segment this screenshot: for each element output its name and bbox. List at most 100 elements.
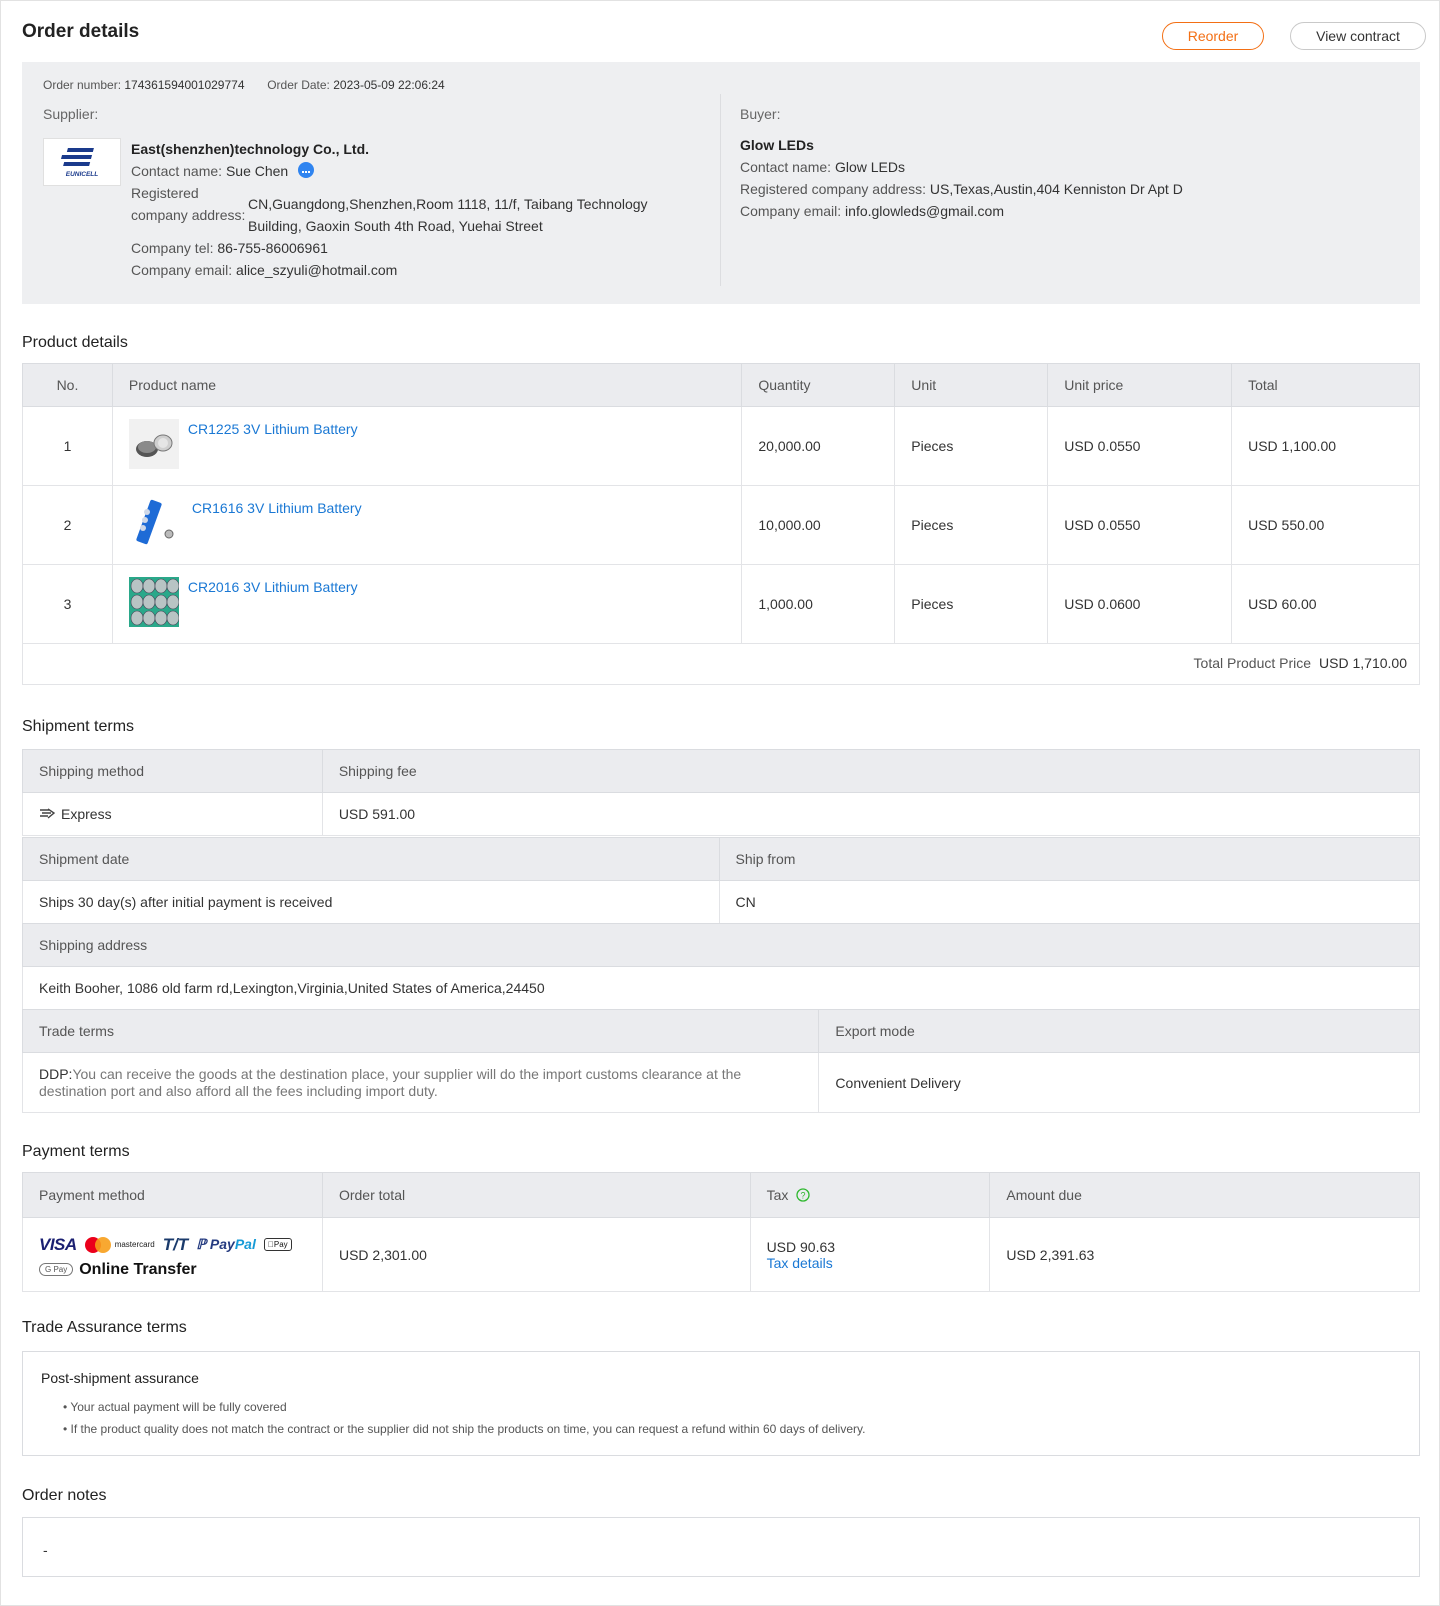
- payment-logos: VISA mastercard T/T ℙ PayPal Pay: [39, 1235, 322, 1255]
- shipment-date-table: Shipment date Ship from Ships 30 day(s) a…: [22, 837, 1420, 924]
- buyer-address: US,Texas,Austin,404 Kenniston Dr Apt D: [929, 181, 1183, 197]
- row-unit: Pieces: [894, 564, 1049, 644]
- row-quantity: 20,000.00: [741, 406, 896, 486]
- shipping-method-table: Shipping method Shipping fee Express USD …: [22, 749, 1421, 836]
- col-product-name: Product name: [111, 363, 743, 407]
- product-link[interactable]: CR2016 3V Lithium Battery: [188, 579, 358, 595]
- supplier-tel: 86-755-86006961: [217, 240, 328, 256]
- export-mode-label: Export mode: [818, 1009, 1420, 1053]
- product-table: No. Product name Quantity Unit Unit pric…: [22, 363, 1420, 644]
- shipping-method-label: Shipping method: [22, 749, 323, 793]
- payment-method-cell: VISA mastercard T/T ℙ PayPal Pay G Pay …: [22, 1217, 323, 1292]
- row-unit: Pieces: [894, 406, 1049, 486]
- chat-icon[interactable]: [298, 162, 315, 178]
- amount-due: USD 2,391.63: [989, 1217, 1420, 1292]
- row-no: 1: [22, 406, 113, 486]
- tt-icon: T/T: [162, 1234, 189, 1254]
- order-notes-box: -: [22, 1517, 1420, 1577]
- tax-header-label: Tax: [766, 1187, 789, 1203]
- product-link[interactable]: CR1616 3V Lithium Battery: [192, 500, 362, 516]
- payment-method-header: Payment method: [22, 1172, 323, 1218]
- row-total: USD 60.00: [1231, 564, 1420, 644]
- trade-assurance-title: Trade Assurance terms: [22, 1319, 187, 1336]
- trade-terms-cell: DDP:You can receive the goods at the des…: [21, 1052, 820, 1113]
- supplier-label: Supplier:: [43, 106, 99, 122]
- table-row: 2 CR1616 3V Lithium Battery 10,000.00 Pi…: [22, 485, 1420, 565]
- order-date-label: Order Date:: [267, 78, 330, 92]
- col-no: No.: [22, 363, 113, 407]
- apple-pay-icon: Pay: [263, 1238, 292, 1251]
- shipment-date: Ships 30 day(s) after initial payment is…: [22, 880, 720, 924]
- supplier-logo: EUNICELL: [43, 138, 121, 186]
- order-number-label: Order number:: [43, 78, 122, 92]
- product-details-title: Product details: [22, 334, 128, 351]
- buyer-label: Buyer:: [740, 106, 781, 122]
- amount-due-header: Amount due: [989, 1172, 1420, 1218]
- help-icon[interactable]: ?: [796, 1188, 810, 1202]
- order-info-panel: Order number: 174361594001029774 Order D…: [22, 62, 1420, 304]
- row-total: USD 550.00: [1231, 485, 1420, 565]
- product-cell: CR2016 3V Lithium Battery: [111, 564, 743, 644]
- buyer-details: Glow LEDs Contact name: Glow LEDs Regist…: [740, 134, 1183, 222]
- tax-cell: USD 90.63 Tax details: [749, 1217, 991, 1292]
- total-product-price-row: Total Product Price USD 1,710.00: [22, 642, 1420, 685]
- supplier-email: alice_szyuli@hotmail.com: [236, 262, 398, 278]
- visa-icon: VISA: [39, 1234, 77, 1254]
- supplier-address-label: Registered company address:: [131, 185, 246, 223]
- mastercard-icon: [84, 1236, 111, 1253]
- product-thumbnail[interactable]: [128, 577, 179, 627]
- shipping-address: Keith Booher, 1086 old farm rd,Lexington…: [22, 966, 1420, 1010]
- product-thumbnail[interactable]: [128, 498, 179, 548]
- table-row: 3 CR2016 3V Lithium Battery 1,000.00 Pie…: [22, 564, 1420, 644]
- supplier-contact: Sue Chen: [225, 163, 289, 179]
- shipping-fee-label: Shipping fee: [321, 749, 1421, 793]
- supplier-details: East(shenzhen)technology Co., Ltd. Conta…: [131, 138, 691, 281]
- product-cell: CR1616 3V Lithium Battery: [111, 485, 743, 565]
- tax-details-link[interactable]: Tax details: [767, 1255, 990, 1271]
- ship-from-label: Ship from: [718, 837, 1420, 881]
- trade-terms-code: DDP:: [39, 1065, 73, 1082]
- buyer-email-label: Company email:: [740, 203, 842, 219]
- info-divider: [720, 94, 721, 286]
- trade-assurance-box: Post-shipment assurance • Your actual pa…: [22, 1351, 1420, 1456]
- shipment-terms-title: Shipment terms: [22, 718, 135, 735]
- row-total: USD 1,100.00: [1231, 406, 1420, 486]
- payment-terms-title: Payment terms: [22, 1143, 130, 1160]
- shipping-address-table: Shipping address Keith Booher, 1086 old …: [22, 923, 1420, 1010]
- total-product-price-label: Total Product Price: [1193, 655, 1312, 671]
- buyer-address-label: Registered company address:: [740, 181, 926, 197]
- svg-text:EUNICELL: EUNICELL: [66, 171, 99, 178]
- tax-header: Tax ?: [749, 1172, 991, 1218]
- order-details-page: Order details Reorder View contract Orde…: [0, 0, 1440, 1606]
- buyer-email: info.glowleds@gmail.com: [845, 203, 1004, 219]
- order-notes-value: -: [43, 1542, 48, 1558]
- order-meta: Order number: 174361594001029774 Order D…: [43, 78, 445, 92]
- shipping-method: Express: [61, 806, 112, 822]
- col-unit-price: Unit price: [1047, 363, 1233, 407]
- buyer-contact: Glow LEDs: [834, 159, 905, 175]
- online-transfer-row: G Pay Online Transfer: [39, 1261, 322, 1279]
- shipping-method-cell: Express: [22, 792, 323, 836]
- shipping-fee: USD 591.00: [321, 792, 1421, 836]
- buyer-name: Glow LEDs: [740, 137, 814, 153]
- google-pay-icon: G Pay: [39, 1263, 74, 1276]
- row-unit: Pieces: [894, 485, 1049, 565]
- col-total: Total: [1231, 363, 1420, 407]
- eunicell-logo-icon: EUNICELL: [60, 148, 99, 178]
- row-unit-price: USD 0.0600: [1047, 564, 1233, 644]
- supplier-email-label: Company email:: [131, 262, 233, 278]
- view-contract-button[interactable]: View contract: [1290, 22, 1426, 50]
- ship-from: CN: [718, 880, 1420, 924]
- online-transfer-label: Online Transfer: [79, 1260, 197, 1278]
- product-table-header: No. Product name Quantity Unit Unit pric…: [22, 363, 1420, 407]
- order-total-header: Order total: [321, 1172, 751, 1218]
- reorder-button[interactable]: Reorder: [1162, 22, 1264, 50]
- order-date: 2023-05-09 22:06:24: [333, 78, 445, 92]
- page-title: Order details: [22, 21, 140, 42]
- product-link[interactable]: CR1225 3V Lithium Battery: [188, 421, 358, 437]
- trade-terms-description: You can receive the goods at the destina…: [39, 1065, 742, 1099]
- row-unit-price: USD 0.0550: [1047, 406, 1233, 486]
- col-quantity: Quantity: [741, 363, 896, 407]
- product-thumbnail[interactable]: [128, 419, 179, 469]
- svg-text:?: ?: [801, 1191, 806, 1201]
